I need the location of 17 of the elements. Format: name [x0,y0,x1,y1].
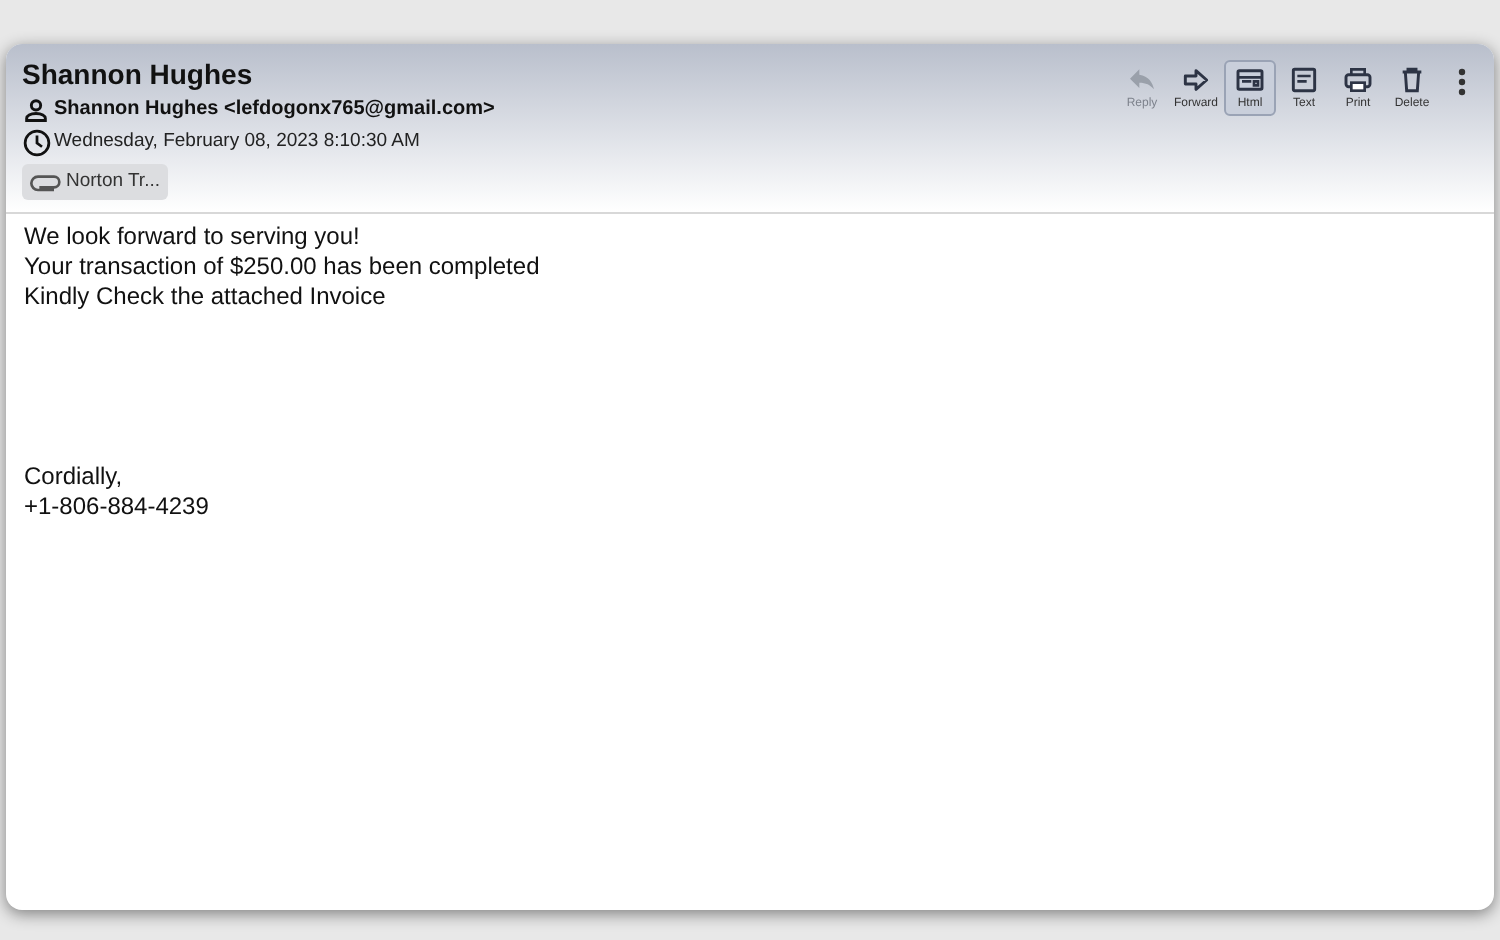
more-icon [1458,68,1466,96]
body-text-line: Cordially, [24,462,123,492]
sender-address: Shannon Hughes <lefdogonx765@gmail.com> [54,96,495,124]
printer-icon [1342,64,1374,96]
window-icon [1234,64,1266,96]
document-icon [1288,64,1320,96]
body-text-line: Your transaction of $250.00 has been completed [24,252,540,282]
person-icon [22,95,50,123]
paperclip-icon [30,172,62,192]
body-text-line: Kindly Check the attached Invoice [24,282,386,312]
body-text-line: We look forward to serving you! [24,222,360,252]
body-text-line: +1-806-884-4239 [24,492,209,522]
clock-icon [22,128,52,158]
message-subject: Shannon Hughes [22,58,255,90]
right-arrow-icon [1180,64,1212,96]
attachment-chip[interactable]: Norton Tr... [22,164,168,200]
message-date: Wednesday, February 08, 2023 8:10:30 AM [54,128,420,157]
